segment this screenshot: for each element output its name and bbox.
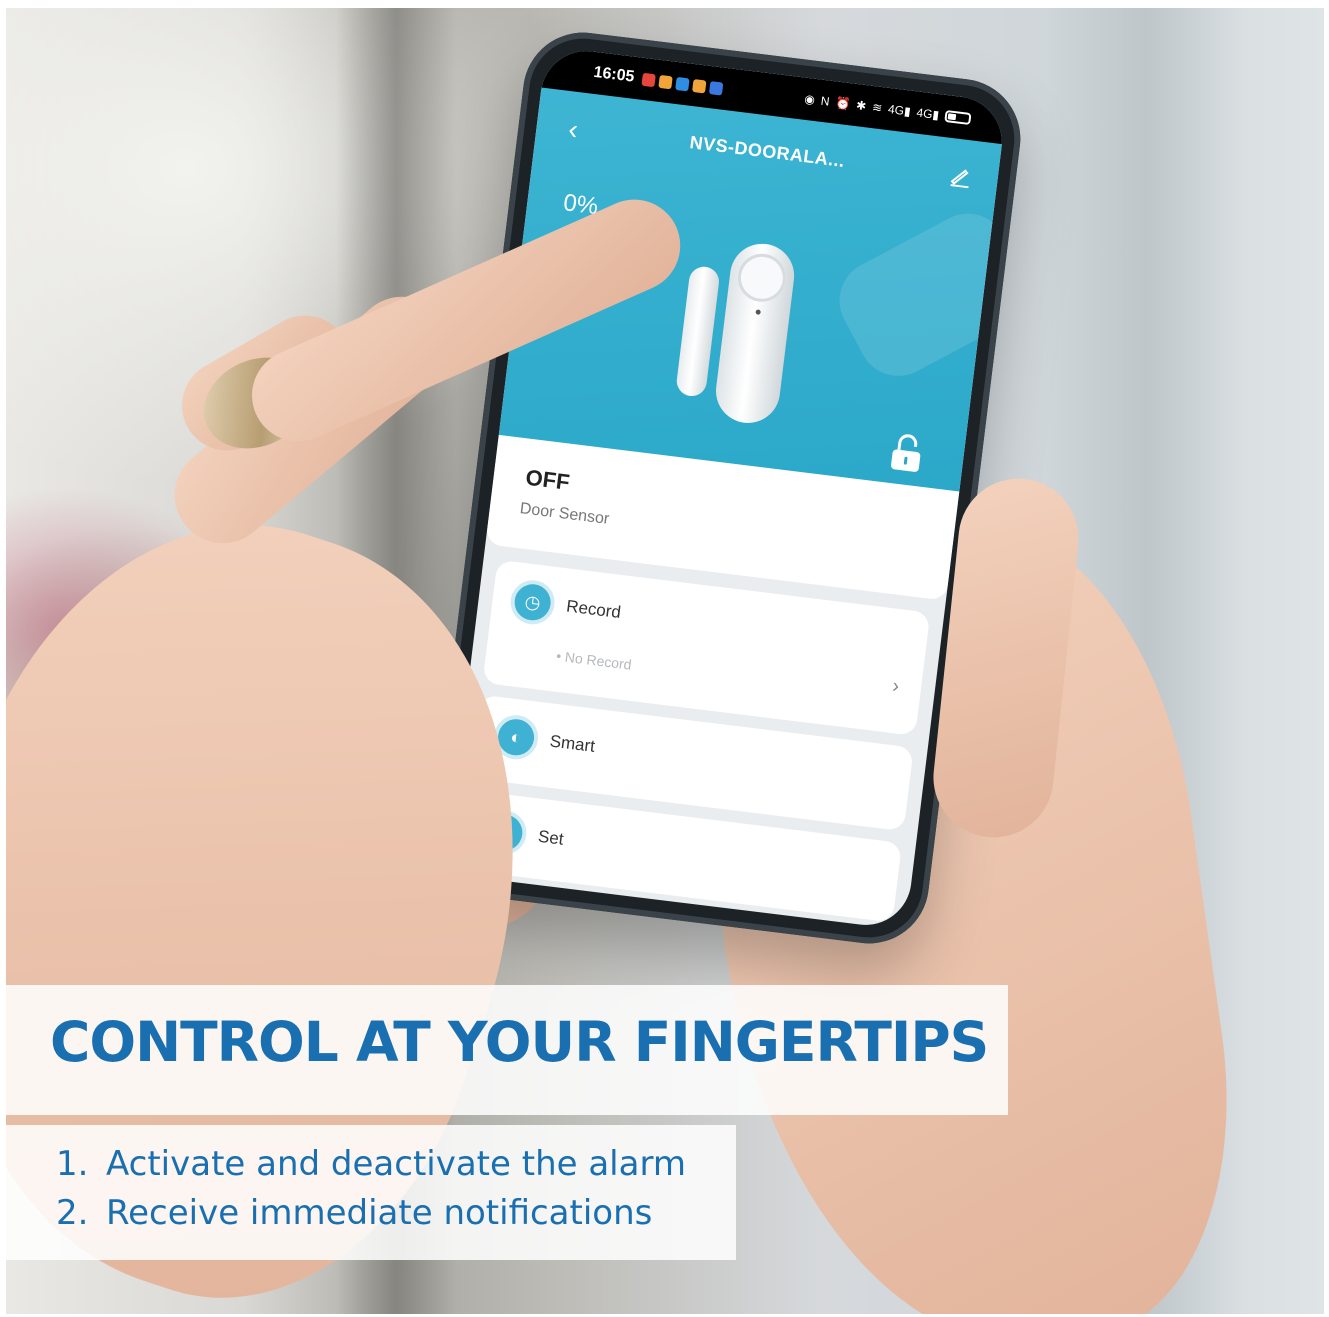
headline: CONTROL AT YOUR FINGERTIPS xyxy=(50,1010,989,1074)
feature-item: 2. Receive immediate notifications xyxy=(56,1193,653,1233)
app-notification-icon xyxy=(641,72,656,87)
system-indicators: ◉ N ⏰ ✱ ≋ 4G▮ 4G▮ xyxy=(804,92,972,126)
battery-icon xyxy=(944,109,972,126)
app-notification-icon xyxy=(692,78,707,93)
feature-item: 1. Activate and deactivate the alarm xyxy=(56,1144,686,1184)
door-sensor-image xyxy=(671,235,803,437)
status-time: 16:05 xyxy=(592,63,636,86)
app-notification-icon xyxy=(708,80,724,96)
app-notification-icon xyxy=(675,76,690,91)
device-status: OFF xyxy=(524,464,572,495)
wifi-icon: ≋ xyxy=(871,100,884,116)
nfc-icon: N xyxy=(820,93,831,109)
signal-icon: 4G▮ xyxy=(887,101,912,119)
clock-icon: ◷ xyxy=(512,582,553,623)
background-photo: 16:05 ◉ N ⏰ ✱ ≋ 4G▮ 4G▮ ‹ NVS-DOORALA...… xyxy=(6,8,1324,1314)
signal-icon: 4G▮ xyxy=(915,105,940,123)
device-type: Door Sensor xyxy=(518,500,611,528)
smart-label: Smart xyxy=(548,731,597,756)
smartphone: 16:05 ◉ N ⏰ ✱ ≋ 4G▮ 4G▮ ‹ NVS-DOORALA...… xyxy=(424,25,1028,951)
record-status: • No Record xyxy=(555,647,633,673)
bluetooth-icon: ✱ xyxy=(855,98,868,114)
notification-icons xyxy=(641,72,724,96)
alarm-icon: ⏰ xyxy=(834,95,852,112)
app-screen: 16:05 ◉ N ⏰ ✱ ≋ 4G▮ 4G▮ ‹ NVS-DOORALA...… xyxy=(444,45,1008,931)
lock-icon[interactable] xyxy=(887,431,926,475)
app-notification-icon xyxy=(658,74,673,89)
chevron-right-icon: › xyxy=(891,674,901,698)
edit-pencil-icon[interactable] xyxy=(948,164,973,189)
record-label: Record xyxy=(565,596,622,623)
settings-label: Set xyxy=(537,826,565,849)
eye-icon: ◉ xyxy=(803,91,816,107)
